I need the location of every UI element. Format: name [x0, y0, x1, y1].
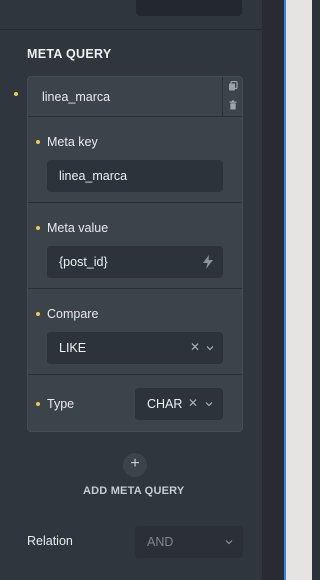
type-value: CHAR: [147, 397, 183, 411]
plus-icon[interactable]: +: [123, 453, 147, 477]
changed-indicator-dot: [36, 226, 40, 230]
compare-row: Compare LIKE ✕: [28, 289, 242, 375]
changed-indicator-dot: [36, 312, 40, 316]
changed-indicator-dot: [14, 92, 18, 96]
changed-indicator-dot: [36, 402, 40, 406]
type-label: Type: [47, 397, 75, 411]
trash-icon[interactable]: [228, 100, 238, 110]
clear-icon[interactable]: ✕: [190, 340, 200, 354]
chevron-down-icon: [225, 540, 233, 545]
meta-key-value: linea_marca: [59, 169, 128, 183]
compare-select[interactable]: LIKE ✕: [47, 332, 223, 364]
compare-label: Compare: [47, 307, 99, 321]
relation-placeholder: AND: [147, 535, 174, 549]
meta-query-item-title: linea_marca: [42, 90, 111, 104]
type-row: Type CHAR ✕: [28, 375, 242, 431]
meta-key-label: Meta key: [47, 135, 98, 149]
changed-indicator-dot: [36, 140, 40, 144]
relation-select[interactable]: AND: [135, 526, 243, 558]
add-meta-query-button[interactable]: ADD META QUERY: [83, 485, 184, 497]
panel-gutter: [262, 0, 284, 580]
chevron-down-icon: [205, 402, 213, 407]
type-select[interactable]: CHAR ✕: [135, 388, 223, 420]
meta-query-item: linea_marca Meta key linea_marca Meta va…: [27, 76, 243, 432]
section-title: META QUERY: [27, 47, 112, 61]
preview-canvas[interactable]: [286, 0, 312, 580]
meta-value-input[interactable]: {post_id}: [47, 246, 223, 278]
settings-panel: META QUERY linea_marca Meta key linea_ma…: [0, 0, 262, 580]
lightning-icon[interactable]: [202, 255, 214, 269]
chevron-down-icon: [206, 346, 214, 351]
relation-label: Relation: [27, 534, 73, 548]
compare-value: LIKE: [59, 341, 87, 355]
meta-key-input[interactable]: linea_marca: [47, 160, 223, 192]
previous-select[interactable]: [136, 0, 242, 16]
meta-query-item-header[interactable]: linea_marca: [28, 77, 242, 117]
copy-icon[interactable]: [228, 81, 238, 91]
previous-control-row: [0, 0, 262, 30]
meta-value-value: {post_id}: [59, 255, 108, 269]
clear-icon[interactable]: ✕: [188, 396, 198, 410]
header-separator: [222, 77, 223, 117]
meta-value-label: Meta value: [47, 221, 109, 235]
meta-key-row: Meta key linea_marca: [28, 117, 242, 203]
meta-value-row: Meta value {post_id}: [28, 203, 242, 289]
